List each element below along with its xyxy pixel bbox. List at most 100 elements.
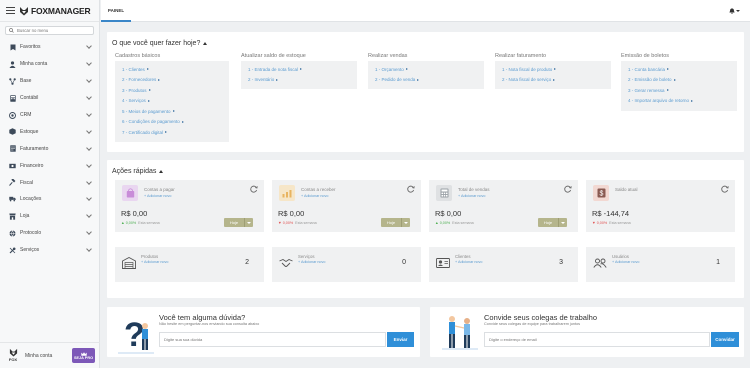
sidebar-item-fiscal[interactable]: Fiscal	[0, 174, 99, 191]
seja-pro-button[interactable]: SEJA PRO	[72, 348, 95, 363]
arrow-right-icon	[276, 78, 279, 81]
link-clientes[interactable]: 1 - Clientes	[122, 64, 224, 75]
sidebar-search[interactable]	[5, 26, 94, 35]
sidebar-search-input[interactable]	[17, 28, 92, 33]
sidebar-item-locacoes[interactable]: Locações	[0, 191, 99, 208]
widget-title: Contas a pagar	[144, 187, 175, 192]
widget-title: Serviços	[298, 254, 315, 259]
sidebar-item-favoritos[interactable]: Favoritos	[0, 39, 99, 56]
fox-avatar[interactable]: FOX	[6, 348, 20, 364]
widget-count: 1	[716, 259, 720, 266]
quick-start-title: O que você quer fazer hoje?	[112, 40, 201, 47]
help-subtitle: Não hesite em perguntar-nos enviando sua…	[159, 322, 260, 326]
sidebar-item-base[interactable]: Base	[0, 73, 99, 90]
widget-delta: ▼ 0,00% Esta semana	[592, 221, 631, 225]
link-produtos[interactable]: 3 - Produtos	[122, 85, 224, 96]
fox-logo-icon	[20, 6, 28, 15]
id-card-icon	[435, 255, 451, 271]
chevron-down-icon	[86, 111, 92, 117]
sidebar-item-crm[interactable]: CRM	[0, 107, 99, 124]
caret-down-icon	[247, 221, 251, 224]
invite-email-input[interactable]	[484, 332, 710, 347]
period-filter-button[interactable]: Hoje	[381, 218, 410, 227]
chevron-down-icon	[86, 195, 92, 202]
widget-contas-receber: Contas a receber + Adicionar novo R$ 0,0…	[272, 180, 421, 232]
widget-title: Total de vendas	[458, 187, 490, 192]
app-logo[interactable]: FOXMANAGER	[19, 6, 91, 16]
link-entrada-nota-fiscal[interactable]: 1 - Entrada de nota fiscal	[248, 64, 352, 75]
sidebar-item-financeiro[interactable]: Financeiro	[0, 157, 99, 174]
question-illustration-icon: ?	[118, 316, 154, 354]
sidebar-item-label: CRM	[20, 112, 32, 118]
widget-delta: ▲ 0,00% Esta semana	[121, 221, 160, 225]
search-icon	[9, 28, 14, 33]
notifications-button[interactable]	[729, 8, 740, 14]
warehouse-icon	[121, 255, 137, 271]
link-pedido-venda[interactable]: 2 - Pedido de venda	[375, 75, 479, 86]
question-input[interactable]	[159, 332, 386, 347]
group-box: 1 - Clientes 2 - Fornecedores 3 - Produt…	[115, 61, 229, 142]
sidebar-item-minha-conta[interactable]: Minha conta	[0, 56, 99, 73]
bookmark-icon	[9, 44, 16, 51]
link-orcamento[interactable]: 1 - Orçamento	[375, 64, 479, 75]
sidebar-item-label: Fiscal	[20, 179, 34, 186]
quick-actions-card: Ações rápidas Contas a pagar + Adicionar…	[107, 160, 744, 298]
sidebar-item-protocolo[interactable]: Protocolo	[0, 225, 99, 242]
link-conta-bancaria[interactable]: 1 - Conta bancária	[628, 64, 732, 75]
sidebar-item-faturamento[interactable]: Faturamento	[0, 140, 99, 157]
sidebar-item-contabil[interactable]: Contábil	[0, 90, 99, 107]
widget-contas-pagar: Contas a pagar + Adicionar novo R$ 0,00 …	[115, 180, 264, 232]
add-new-link[interactable]: + Adicionar novo	[455, 260, 482, 264]
account-link[interactable]: Minha conta	[25, 353, 67, 359]
refresh-icon[interactable]	[407, 185, 415, 195]
link-nota-produto[interactable]: 1 - Nota fiscal de produto	[502, 64, 606, 75]
add-new-link[interactable]: + Adicionar novo	[141, 260, 168, 264]
widget-servicos: Serviços + Adicionar novo 0	[272, 247, 421, 282]
quick-start-header[interactable]: O que você quer fazer hoje?	[112, 40, 208, 47]
sidebar-item-estoque[interactable]: Estoque	[0, 123, 99, 140]
add-new-link[interactable]: + Adicionar novo	[144, 194, 171, 198]
widget-total-vendas: Total de vendas + Adicionar novo R$ 0,00…	[429, 180, 578, 232]
sidebar-item-loja[interactable]: Loja	[0, 208, 99, 225]
link-servicos[interactable]: 4 - Serviços	[122, 96, 224, 107]
link-meios-pagamento[interactable]: 5 - Meios de pagamento	[122, 106, 224, 117]
widget-title: Saldo atual	[615, 187, 638, 192]
link-nota-servico[interactable]: 2 - Nota fiscal de serviço	[502, 75, 606, 86]
group-box: 1 - Entrada de nota fiscal 2 - Inventári…	[241, 61, 357, 89]
svg-text:?: ?	[124, 316, 145, 354]
menu-toggle-icon[interactable]	[6, 7, 15, 14]
period-filter-button[interactable]: Hoje	[224, 218, 253, 227]
invite-button[interactable]: Convidar	[711, 332, 739, 347]
group-vendas: Realizar vendas 1 - Orçamento 2 - Pedido…	[368, 53, 484, 89]
add-new-link[interactable]: + Adicionar novo	[612, 260, 639, 264]
add-new-link[interactable]: + Adicionar novo	[458, 194, 485, 198]
quick-actions-header[interactable]: Ações rápidas	[112, 168, 164, 175]
link-gerar-remessa[interactable]: 3 - Gerar remessa	[628, 85, 732, 96]
sidebar-item-servicos[interactable]: Serviços	[0, 242, 99, 259]
add-new-link[interactable]: + Adicionar novo	[298, 260, 325, 264]
calculator-icon	[9, 94, 16, 102]
add-new-link[interactable]: + Adicionar novo	[301, 194, 328, 198]
send-question-button[interactable]: Enviar	[387, 332, 414, 347]
chevron-down-icon	[86, 77, 92, 84]
link-inventario[interactable]: 2 - Inventário	[248, 75, 352, 86]
store-icon	[9, 213, 16, 220]
link-condicoes-pagamento[interactable]: 6 - Condições de pagamento	[122, 117, 224, 128]
chevron-down-icon	[86, 94, 92, 100]
chart-icon	[279, 185, 295, 201]
link-emissao-boleto[interactable]: 2 - Emissão de boleto	[628, 75, 732, 86]
network-icon	[9, 77, 16, 85]
arrow-right-icon	[158, 78, 161, 81]
chevron-down-icon	[86, 178, 92, 185]
refresh-icon[interactable]	[564, 185, 572, 195]
globe-icon	[9, 230, 16, 237]
link-importar-retorno[interactable]: 4 - Importar arquivo de retorno	[628, 96, 732, 107]
tab-painel[interactable]: PAINEL	[101, 0, 131, 22]
arrow-right-icon	[405, 68, 408, 71]
arrow-right-icon	[300, 68, 303, 71]
link-fornecedores[interactable]: 2 - Fornecedores	[122, 75, 224, 86]
refresh-icon[interactable]	[721, 185, 729, 195]
link-certificado-digital[interactable]: 7 - Certificado digital	[122, 127, 224, 138]
period-filter-button[interactable]: Hoje	[538, 218, 567, 227]
refresh-icon[interactable]	[250, 185, 258, 195]
